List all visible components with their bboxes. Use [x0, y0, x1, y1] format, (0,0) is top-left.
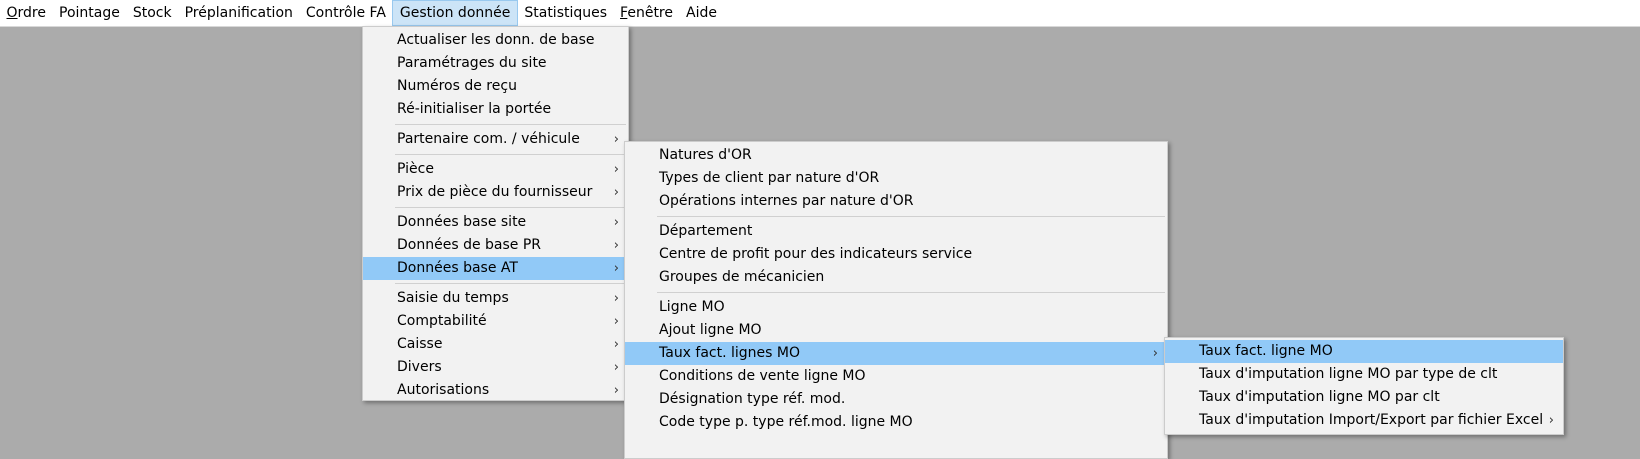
menu-item-designation-type-ref-mod[interactable]: Désignation type réf. mod.: [625, 388, 1167, 411]
menu-item-label: Actualiser les donn. de base: [397, 32, 595, 48]
menu-item-taux-d-imputation-ligne-mo-par-clt[interactable]: Taux d'imputation ligne MO par clt: [1165, 386, 1563, 409]
menu-item-actualiser-les-donn-de-base[interactable]: Actualiser les donn. de base: [363, 29, 628, 52]
menu-item-label: Groupes de mécanicien: [659, 269, 825, 285]
menu-item-departement[interactable]: Département: [625, 220, 1167, 243]
menu-item-label: Désignation type réf. mod.: [659, 391, 846, 407]
menu-item-label: Paramétrages du site: [397, 55, 547, 71]
menu-item-centre-de-profit-pour-des-indicateurs-service[interactable]: Centre de profit pour des indicateurs se…: [625, 243, 1167, 266]
menu-item-label: Taux d'imputation Import/Export par fich…: [1199, 412, 1544, 428]
menu-aide[interactable]: Aide: [680, 0, 724, 26]
menu-item-ligne-mo[interactable]: Ligne MO: [625, 296, 1167, 319]
menu-item-label: Natures d'OR: [659, 147, 752, 163]
menu-item-operations-internes-par-nature-d-or[interactable]: Opérations internes par nature d'OR: [625, 190, 1167, 213]
menu-separator: [363, 121, 628, 128]
chevron-right-icon: ›: [613, 291, 619, 306]
menu-separator: [363, 280, 628, 287]
menu-label: enêtre: [627, 5, 673, 21]
menu-item-donnees-de-base-pr[interactable]: Données de base PR ›: [363, 234, 628, 257]
chevron-right-icon: ›: [613, 215, 619, 230]
menu-item-label: Opérations internes par nature d'OR: [659, 193, 914, 209]
menu-item-label: Comptabilité: [397, 313, 487, 329]
menu-item-re-initialiser-la-portee[interactable]: Ré-initialiser la portée: [363, 98, 628, 121]
menu-item-label: Données de base PR: [397, 237, 542, 253]
chevron-right-icon: ›: [613, 383, 619, 398]
menu-item-piece[interactable]: Pièce ›: [363, 158, 628, 181]
menu-item-ajout-ligne-mo[interactable]: Ajout ligne MO: [625, 319, 1167, 342]
menu-item-taux-d-imputation-ligne-mo-par-type-de-clt[interactable]: Taux d'imputation ligne MO par type de c…: [1165, 363, 1563, 386]
menu-item-numeros-de-recu[interactable]: Numéros de reçu: [363, 75, 628, 98]
menu-item-groupes-de-mecanicien[interactable]: Groupes de mécanicien: [625, 266, 1167, 289]
menu-item-label: Divers: [397, 359, 442, 375]
menu-item-label: Ré-initialiser la portée: [397, 101, 552, 117]
chevron-right-icon: ›: [1548, 413, 1554, 428]
chevron-right-icon: ›: [613, 360, 619, 375]
chevron-right-icon: ›: [613, 314, 619, 329]
menu-item-conditions-de-vente-ligne-mo[interactable]: Conditions de vente ligne MO: [625, 365, 1167, 388]
menu-item-caisse[interactable]: Caisse ›: [363, 333, 628, 356]
chevron-right-icon: ›: [613, 261, 619, 276]
menu-item-label: Types de client par nature d'OR: [659, 170, 880, 186]
chevron-right-icon: ›: [613, 185, 619, 200]
menu-item-types-de-client-par-nature-d-or[interactable]: Types de client par nature d'OR: [625, 167, 1167, 190]
chevron-right-icon: ›: [1152, 346, 1158, 361]
menu-item-label: Conditions de vente ligne MO: [659, 368, 866, 384]
menu-item-saisie-du-temps[interactable]: Saisie du temps ›: [363, 287, 628, 310]
chevron-right-icon: ›: [613, 238, 619, 253]
menu-item-taux-d-imputation-import-export-par-fichier-excel[interactable]: Taux d'imputation Import/Export par fich…: [1165, 409, 1563, 432]
menu-item-comptabilite[interactable]: Comptabilité ›: [363, 310, 628, 333]
menu-gestion-donnee[interactable]: Gestion donnée: [392, 0, 518, 26]
menu-pointage[interactable]: Pointage: [53, 0, 127, 26]
menu-item-label: Prix de pièce du fournisseur: [397, 184, 593, 200]
menu-label: rdre: [17, 5, 46, 21]
mnemonic: O: [6, 5, 18, 21]
menu-separator: [363, 204, 628, 211]
chevron-right-icon: ›: [613, 132, 619, 147]
chevron-right-icon: ›: [613, 337, 619, 352]
menu-item-label: Taux d'imputation ligne MO par type de c…: [1199, 366, 1498, 382]
menu-item-natures-d-or[interactable]: Natures d'OR: [625, 144, 1167, 167]
menu-item-taux-fact-ligne-mo[interactable]: Taux fact. ligne MO: [1165, 340, 1563, 363]
dropdown-gestion-donnee: Actualiser les donn. de base Paramétrages…: [362, 26, 629, 401]
chevron-right-icon: ›: [613, 162, 619, 177]
menu-separator: [625, 213, 1167, 220]
menu-fenetre[interactable]: Fenêtre: [614, 0, 680, 26]
menu-item-label: Code type p. type réf.mod. ligne MO: [659, 414, 913, 430]
menu-item-partenaire-com-vehicule[interactable]: Partenaire com. / véhicule ›: [363, 128, 628, 151]
menu-preplanification[interactable]: Préplanification: [178, 0, 299, 26]
menu-item-label: Département: [659, 223, 753, 239]
menu-item-donnees-base-site[interactable]: Données base site ›: [363, 211, 628, 234]
menu-statistiques[interactable]: Statistiques: [518, 0, 614, 26]
menu-controle-fa[interactable]: Contrôle FA: [299, 0, 392, 26]
menu-item-label: Ligne MO: [659, 299, 725, 315]
menu-item-donnees-base-at[interactable]: Données base AT ›: [363, 257, 628, 280]
menu-item-label: Partenaire com. / véhicule: [397, 131, 580, 147]
menu-item-autorisations[interactable]: Autorisations ›: [363, 379, 628, 400]
menu-item-label: Données base AT: [397, 260, 518, 276]
menu-item-taux-fact-lignes-mo[interactable]: Taux fact. lignes MO ›: [625, 342, 1167, 365]
menu-separator: [363, 151, 628, 158]
menu-item-label: Données base site: [397, 214, 527, 230]
menu-item-parametrages-du-site[interactable]: Paramétrages du site: [363, 52, 628, 75]
menu-item-label: Taux fact. lignes MO: [659, 345, 801, 361]
menu-item-label: Numéros de reçu: [397, 78, 517, 94]
menu-item-label: Centre de profit pour des indicateurs se…: [659, 246, 973, 262]
menu-item-label: Taux fact. ligne MO: [1199, 343, 1333, 359]
dropdown-donnees-base-at: Natures d'OR Types de client par nature d…: [624, 141, 1168, 459]
menu-item-label: Saisie du temps: [397, 290, 509, 306]
menu-ordre[interactable]: Ordre: [0, 0, 53, 26]
menu-item-label: Pièce: [397, 161, 434, 177]
menu-item-label: Caisse: [397, 336, 443, 352]
menu-item-divers[interactable]: Divers ›: [363, 356, 628, 379]
menu-item-code-type-p-type-ref-mod-ligne-mo[interactable]: Code type p. type réf.mod. ligne MO: [625, 411, 1167, 434]
menu-separator: [625, 289, 1167, 296]
menu-item-label: Taux d'imputation ligne MO par clt: [1199, 389, 1440, 405]
menu-item-prix-de-piece-du-fournisseur[interactable]: Prix de pièce du fournisseur ›: [363, 181, 628, 204]
menu-item-label: Ajout ligne MO: [659, 322, 762, 338]
menu-bar: Ordre Pointage Stock Préplanification Co…: [0, 0, 1640, 27]
menu-stock[interactable]: Stock: [126, 0, 178, 26]
menu-item-label: Autorisations: [397, 382, 490, 398]
dropdown-taux-fact-lignes-mo: Taux fact. ligne MO Taux d'imputation lig…: [1164, 337, 1564, 435]
